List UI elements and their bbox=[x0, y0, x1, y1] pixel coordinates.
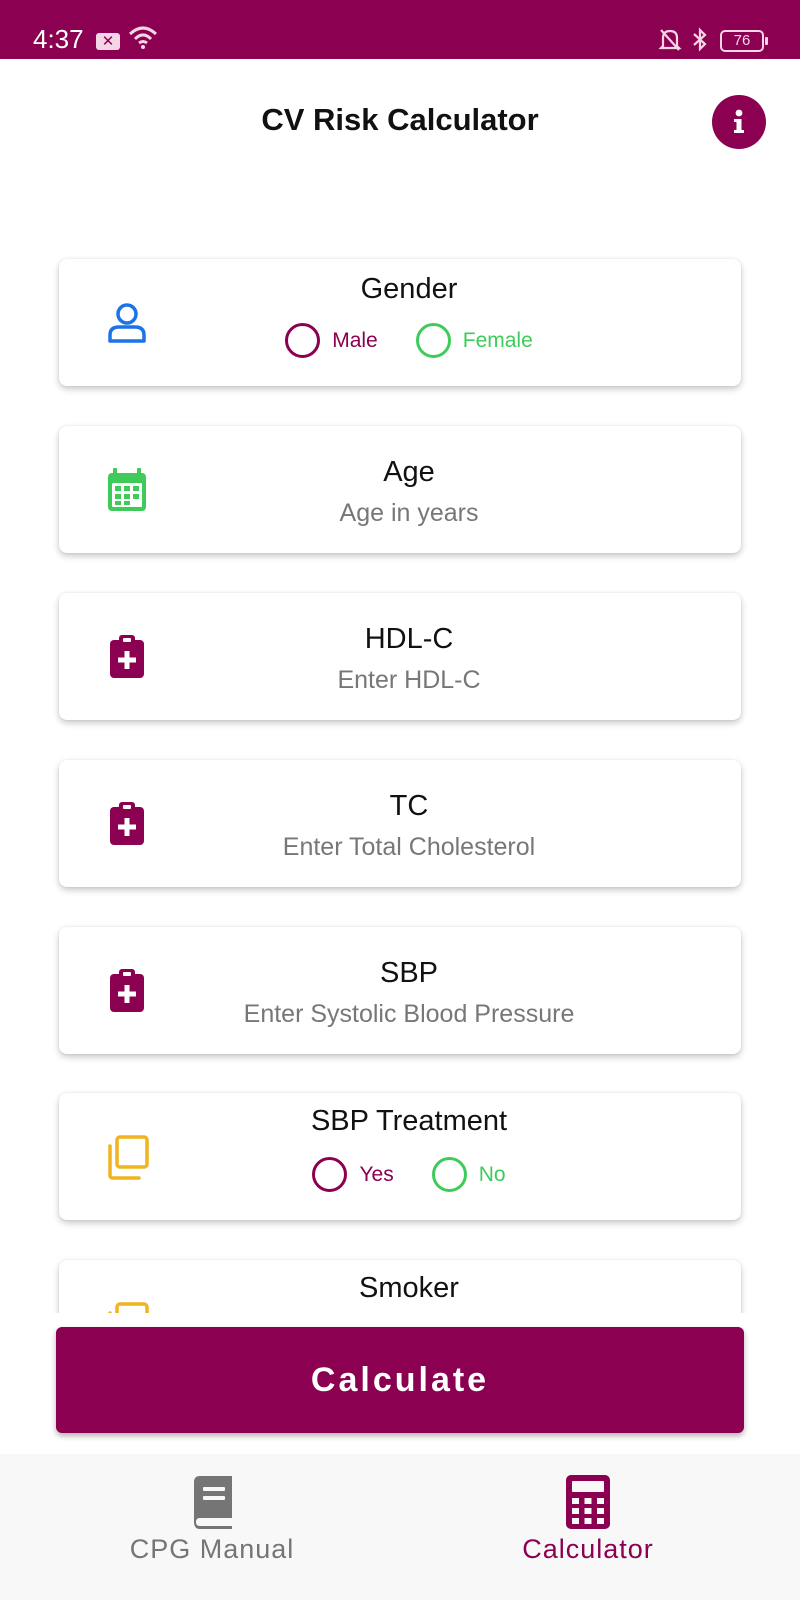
smoker-card: Smoker bbox=[59, 1260, 741, 1313]
tc-input[interactable] bbox=[139, 833, 679, 862]
no-radio[interactable]: No bbox=[431, 1157, 506, 1192]
male-radio-circle[interactable] bbox=[285, 323, 321, 358]
calculator-icon bbox=[566, 1475, 610, 1529]
notification-icon: ✕ bbox=[96, 33, 120, 50]
yes-radio-circle[interactable] bbox=[312, 1157, 348, 1192]
age-card: Age bbox=[59, 426, 741, 553]
nav-item-calculator[interactable]: Calculator bbox=[388, 1454, 788, 1600]
tc-label: TC bbox=[389, 790, 429, 822]
page-title: CV Risk Calculator bbox=[261, 102, 539, 137]
bottom-navigation: CPG Manual Calculator bbox=[0, 1454, 800, 1600]
nav-item-cpg-manual[interactable]: CPG Manual bbox=[12, 1454, 412, 1600]
status-time: 4:37 bbox=[33, 24, 84, 54]
bluetooth-icon bbox=[693, 27, 707, 52]
calculate-button[interactable]: Calculate bbox=[56, 1327, 744, 1433]
nav-label-cpg-manual: CPG Manual bbox=[129, 1534, 295, 1564]
sbp-treatment-card: SBP Treatment Yes No bbox=[59, 1093, 741, 1220]
mute-bell-icon bbox=[658, 29, 682, 51]
nav-label-calculator: Calculator bbox=[522, 1534, 654, 1564]
hdl-input[interactable] bbox=[139, 666, 679, 695]
status-bar: 4:37 ✕ 76 bbox=[0, 0, 800, 59]
sbp-card: SBP bbox=[59, 927, 741, 1054]
person-icon bbox=[108, 303, 146, 343]
gender-card: Gender Male Female bbox=[59, 259, 741, 386]
hdl-label: HDL-C bbox=[364, 623, 454, 655]
copy-icon bbox=[108, 1302, 149, 1313]
info-button[interactable] bbox=[712, 95, 766, 149]
female-label: Female bbox=[462, 328, 533, 352]
male-radio[interactable]: Male bbox=[285, 323, 378, 358]
age-label: Age bbox=[383, 456, 435, 488]
sbp-label: SBP bbox=[379, 957, 439, 989]
wifi-icon bbox=[128, 26, 158, 49]
book-icon bbox=[194, 1476, 232, 1529]
yes-radio[interactable]: Yes bbox=[312, 1157, 394, 1192]
gender-label: Gender bbox=[360, 273, 458, 305]
no-label: No bbox=[478, 1162, 506, 1186]
age-input[interactable] bbox=[139, 499, 679, 528]
tc-card: TC bbox=[59, 760, 741, 887]
yes-label: Yes bbox=[359, 1162, 394, 1186]
sbp-input[interactable] bbox=[139, 1000, 679, 1029]
battery-indicator: 76 bbox=[720, 30, 768, 52]
hdl-card: HDL-C bbox=[59, 593, 741, 720]
female-radio[interactable]: Female bbox=[415, 323, 533, 358]
male-label: Male bbox=[332, 328, 378, 352]
no-radio-circle[interactable] bbox=[431, 1157, 467, 1192]
sbp-treatment-label: SBP Treatment bbox=[310, 1105, 508, 1137]
female-radio-circle[interactable] bbox=[415, 323, 451, 358]
copy-icon bbox=[108, 1135, 149, 1180]
info-icon bbox=[734, 109, 744, 133]
smoker-label: Smoker bbox=[359, 1272, 459, 1304]
form-scroll-area[interactable]: Gender Male Female Age Age in years HDL-… bbox=[0, 230, 800, 1313]
gender-radio-group: Male Female bbox=[159, 323, 659, 358]
sbp-treatment-radio-group: Yes No bbox=[159, 1157, 659, 1192]
